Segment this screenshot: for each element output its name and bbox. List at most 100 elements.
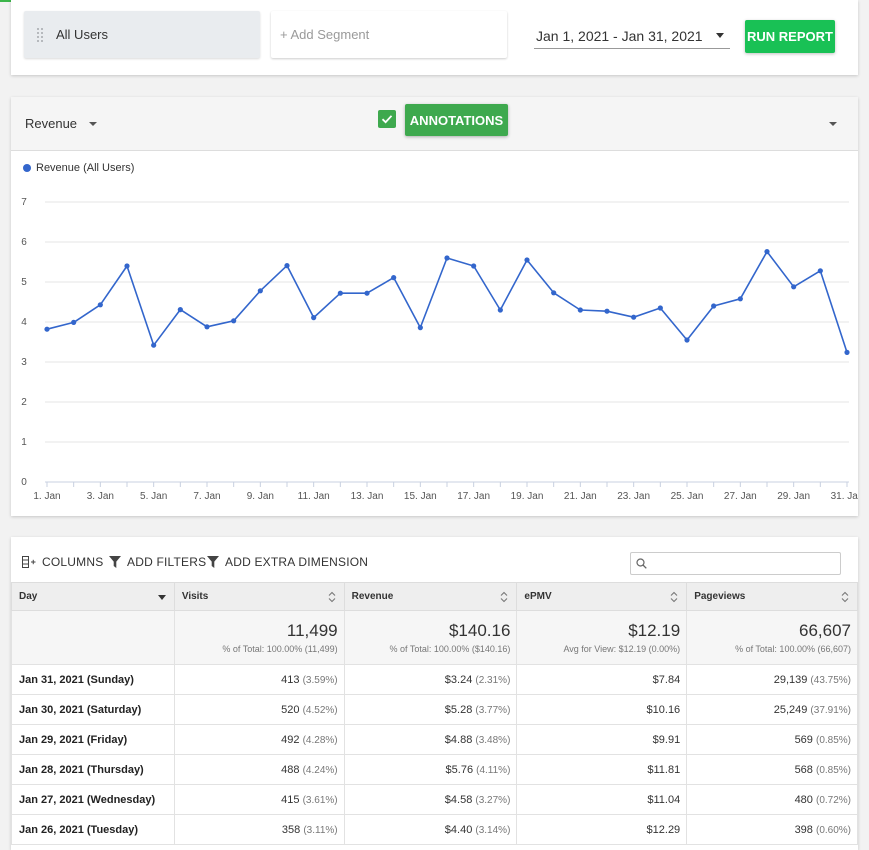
cell-value: 398 xyxy=(794,823,813,836)
table-row[interactable]: Jan 27, 2021 (Wednesday) 415 (3.61%) $4.58… xyxy=(11,784,858,815)
data-point[interactable] xyxy=(204,324,210,330)
total-value: 11,499 xyxy=(286,621,338,640)
data-point[interactable] xyxy=(684,337,690,343)
total-value: $140.16 xyxy=(448,621,511,640)
series-line xyxy=(46,250,848,353)
cell-percent: (3.11%) xyxy=(303,824,338,836)
column-header-pageviews[interactable]: Pageviews xyxy=(686,582,858,611)
search-input[interactable] xyxy=(653,555,837,572)
cell-value: $11.04 xyxy=(647,793,681,806)
data-point[interactable] xyxy=(364,290,370,296)
data-point[interactable] xyxy=(444,255,450,261)
add-filters-button[interactable]: ADD FILTERS xyxy=(109,555,206,569)
pageviews-cell: 480 (0.72%) xyxy=(686,784,858,815)
cell-value: $4.88 xyxy=(444,733,473,746)
y-tick-label: 3 xyxy=(21,357,27,368)
table-header-row: Day Visits Revenue ePMV Pageviews xyxy=(11,582,858,611)
cell-percent: (3.48%) xyxy=(475,734,511,746)
visits-cell: 520 (4.52%) xyxy=(173,694,345,725)
column-header-epmv[interactable]: ePMV xyxy=(516,582,688,611)
cell-value: $4.58 xyxy=(444,793,473,806)
data-point[interactable] xyxy=(524,257,530,263)
add-extra-dimension-button[interactable]: ADD EXTRA DIMENSION xyxy=(207,555,368,569)
day-cell[interactable]: Jan 28, 2021 (Thursday) xyxy=(11,754,175,785)
table-row[interactable]: Jan 30, 2021 (Saturday) 520 (4.52%) $5.28 … xyxy=(11,694,858,725)
data-point[interactable] xyxy=(337,290,343,296)
table-row[interactable]: Jan 26, 2021 (Tuesday) 358 (3.11%) $4.40 (… xyxy=(11,814,858,845)
data-point[interactable] xyxy=(257,288,263,294)
filter-icon xyxy=(207,556,219,568)
x-tick-label: 31. Jan xyxy=(831,491,858,502)
data-point[interactable] xyxy=(577,307,583,313)
data-point[interactable] xyxy=(551,290,557,296)
column-header-visits[interactable]: Visits xyxy=(173,582,345,611)
chevron-down-icon xyxy=(716,33,724,38)
data-point[interactable] xyxy=(631,314,637,320)
data-point[interactable] xyxy=(657,305,663,311)
day-cell[interactable]: Jan 30, 2021 (Saturday) xyxy=(11,694,175,725)
data-point[interactable] xyxy=(71,319,77,325)
cell-value: 415 xyxy=(281,793,300,806)
data-point[interactable] xyxy=(97,302,103,308)
revenue-line-chart: 0 1 2 3 4 5 6 7 1. Jan 3. Jan 5. Jan 7. Jan 9. Jan 11… xyxy=(21,197,858,502)
data-point[interactable] xyxy=(284,263,290,269)
data-point[interactable] xyxy=(737,296,743,302)
add-segment-button[interactable]: + Add Segment xyxy=(271,11,507,58)
cell-percent: (4.24%) xyxy=(302,764,338,776)
epmv-cell: $11.04 xyxy=(516,784,688,815)
cell-percent: (4.11%) xyxy=(476,764,511,776)
epmv-cell: $7.84 xyxy=(516,664,688,695)
data-point[interactable] xyxy=(764,249,770,255)
data-point[interactable] xyxy=(471,263,477,269)
data-point[interactable] xyxy=(177,307,183,313)
cell-value: 492 xyxy=(281,733,300,746)
day-cell[interactable]: Jan 31, 2021 (Sunday) xyxy=(11,664,175,695)
x-tick-label: 17. Jan xyxy=(457,491,490,502)
data-point[interactable] xyxy=(791,284,797,290)
visits-cell: 492 (4.28%) xyxy=(173,724,345,755)
data-point[interactable] xyxy=(311,315,317,321)
sort-icon[interactable] xyxy=(328,591,336,603)
data-point[interactable] xyxy=(711,303,717,309)
visits-cell: 415 (3.61%) xyxy=(173,784,345,815)
data-point[interactable] xyxy=(604,308,610,314)
sort-icon[interactable] xyxy=(841,591,849,603)
data-point[interactable] xyxy=(151,342,157,348)
totals-epmv-cell: $12.19 Avg for View: $12.19 (0.00%) xyxy=(516,610,688,665)
day-cell[interactable]: Jan 26, 2021 (Tuesday) xyxy=(11,814,175,845)
table-row[interactable]: Jan 29, 2021 (Friday) 492 (4.28%) $4.88 (3… xyxy=(11,724,858,755)
day-cell[interactable]: Jan 27, 2021 (Wednesday) xyxy=(11,784,175,815)
table-row[interactable]: Jan 31, 2021 (Sunday) 413 (3.59%) $3.24 (2… xyxy=(11,664,858,695)
epmv-cell: $10.16 xyxy=(516,694,688,725)
pageviews-cell: 29,139 (43.75%) xyxy=(686,664,858,695)
segment-chip-all-users[interactable]: All Users xyxy=(24,11,260,58)
cell-value: $4.40 xyxy=(444,823,473,836)
date-range-select[interactable]: Jan 1, 2021 - Jan 31, 2021 xyxy=(534,24,730,49)
data-point[interactable] xyxy=(44,326,50,332)
column-header-label: Day xyxy=(19,591,38,602)
column-header-revenue[interactable]: Revenue xyxy=(343,582,518,611)
data-point[interactable] xyxy=(124,263,130,269)
data-point[interactable] xyxy=(231,318,237,324)
data-point[interactable] xyxy=(844,349,850,355)
data-point[interactable] xyxy=(391,275,397,281)
table-row[interactable]: Jan 28, 2021 (Thursday) 488 (4.24%) $5.76 … xyxy=(11,754,858,785)
column-header-day[interactable]: Day xyxy=(11,582,175,611)
x-tick-label: 11. Jan xyxy=(298,491,330,502)
x-tick-label: 25. Jan xyxy=(671,491,704,502)
table-search[interactable] xyxy=(630,552,841,575)
sort-icon[interactable] xyxy=(670,591,678,603)
columns-icon xyxy=(22,556,36,568)
data-point[interactable] xyxy=(817,268,823,274)
data-point[interactable] xyxy=(497,307,503,313)
day-cell[interactable]: Jan 29, 2021 (Friday) xyxy=(11,724,175,755)
run-report-button[interactable]: RUN REPORT xyxy=(745,20,835,53)
drag-handle-icon[interactable] xyxy=(36,26,44,43)
chevron-down-icon[interactable] xyxy=(157,595,166,600)
data-point[interactable] xyxy=(417,325,423,331)
total-subtext: Avg for View: $12.19 (0.00%) xyxy=(563,644,681,654)
cell-value: 480 xyxy=(794,793,813,806)
cell-value: 569 xyxy=(794,733,813,746)
columns-button[interactable]: COLUMNS xyxy=(22,555,103,569)
sort-icon[interactable] xyxy=(500,591,508,603)
